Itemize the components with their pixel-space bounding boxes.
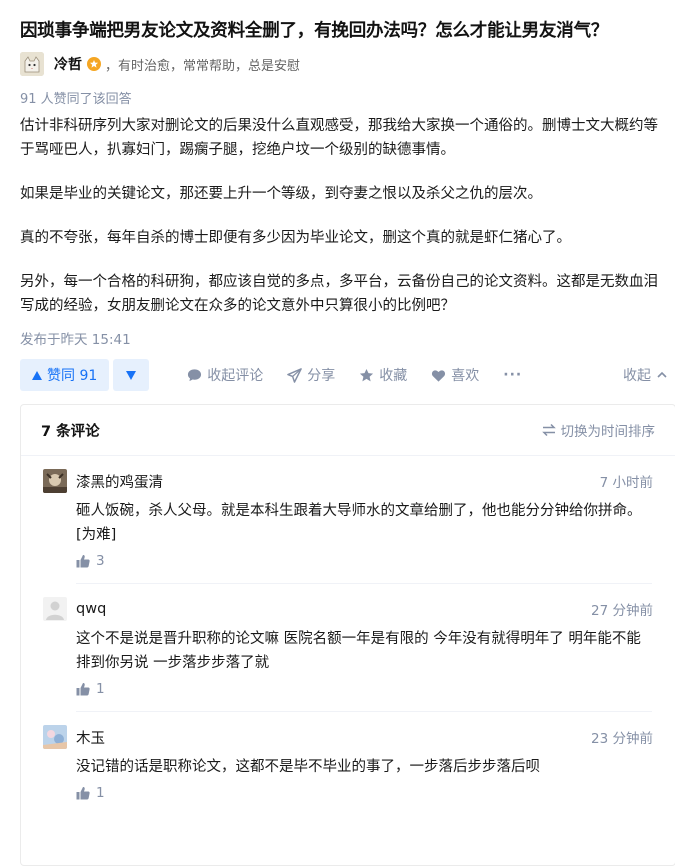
comment-like-button[interactable]: 3 — [76, 553, 653, 569]
share-label: 分享 — [307, 368, 336, 384]
share-button[interactable]: 分享 — [287, 365, 335, 385]
thumbs-up-icon — [76, 683, 90, 696]
author-name[interactable]: 冷哲 — [54, 54, 82, 74]
collapse-answer-button[interactable]: 收起 — [623, 365, 668, 385]
comment-time: 7 小时前 — [599, 475, 653, 491]
question-title[interactable]: 因琐事争端把男友论文及资料全删了，有挽回办法吗？怎么才能让男友消气？ — [20, 18, 660, 44]
comment-text: 没记错的话是职称论文，这都不是毕不毕业的事了，一步落后步步落后呗 — [76, 759, 540, 775]
downvote-button[interactable] — [113, 359, 150, 391]
comment-divider — [76, 711, 652, 712]
commenter-avatar[interactable] — [43, 725, 67, 749]
comment-like-button[interactable]: 1 — [76, 785, 653, 801]
commenter-avatar[interactable] — [43, 597, 67, 621]
excellent-badge-icon — [87, 57, 101, 71]
comment-text: 这个不是说是晋升职称的论文嘛 医院名额一年是有限的 今年没有就得明年了 明年能不… — [76, 631, 641, 671]
answer-paragraph: 估计非科研序列大家对删论文的后果没什么直观感受，那我给大家换一个通俗的。删博士文… — [20, 118, 658, 158]
commenter-name[interactable]: qwq — [76, 601, 106, 617]
answer-paragraph: 另外，每一个合格的科研狗，都应该自觉的多点，多平台，云备份自己的论文资料。这都是… — [20, 274, 658, 314]
votes-summary: 91 人赞同了该回答 — [20, 92, 132, 107]
upvote-button[interactable]: 赞同 91 — [20, 359, 110, 391]
answer-paragraph: 如果是毕业的关键论文，那还要上升一个等级，到夺妻之恨以及杀父之仇的层次。 — [20, 186, 542, 202]
author-info: 冷哲 ，有时治愈，常常帮助，总是安慰 — [20, 52, 300, 76]
collapse-label: 收起 — [623, 368, 651, 384]
comment-time: 23 分钟前 — [591, 731, 653, 747]
more-icon: ··· — [503, 367, 523, 383]
answer-paragraph: 真的不夸张，每年自杀的博士即便有多少因为毕业论文，删这个真的就是虾仁猪心了。 — [20, 230, 571, 246]
collapse-comments-button[interactable]: 收起评论 — [187, 365, 263, 385]
sort-label: 切换为时间排序 — [560, 424, 656, 440]
comment-like-button[interactable]: 1 — [76, 681, 653, 697]
comment-like-count: 1 — [96, 681, 105, 697]
upvote-label: 赞同 91 — [47, 368, 98, 384]
comment-time: 27 分钟前 — [591, 603, 653, 619]
thumbs-up-icon — [76, 555, 90, 568]
favorite-label: 收藏 — [379, 368, 408, 384]
favorite-button[interactable]: 收藏 — [359, 365, 407, 385]
comment-item: 木玉 23 分钟前 没记错的话是职称论文，这都不是毕不毕业的事了，一步落后步步落… — [43, 725, 653, 801]
triangle-up-icon — [32, 370, 42, 380]
triangle-down-icon — [126, 370, 137, 380]
comments-header: 7 条评论 切换为时间排序 — [21, 405, 675, 456]
action-bar: 赞同 91 收起评论 分享 收藏 喜欢 ··· 收起 — [20, 358, 668, 392]
comment-item: 漆黑的鸡蛋清 7 小时前 砸人饭碗，杀人父母。就是本科生跟着大导师水的文章给删了… — [43, 469, 653, 569]
thumbs-up-icon — [76, 787, 90, 800]
swap-icon — [541, 423, 556, 437]
like-label: 喜欢 — [451, 368, 480, 384]
comment-divider — [76, 583, 652, 584]
commenter-name[interactable]: 漆黑的鸡蛋清 — [76, 471, 163, 492]
comments-count: 7 条评论 — [41, 423, 100, 440]
author-bio: ，有时治愈，常常帮助，总是安慰 — [105, 58, 301, 74]
heart-icon — [432, 369, 446, 382]
comment-like-count: 3 — [96, 553, 105, 569]
cat-avatar-icon[interactable] — [20, 52, 44, 76]
sort-toggle-button[interactable]: 切换为时间排序 — [541, 420, 656, 440]
published-time[interactable]: 发布于昨天 15:41 — [20, 328, 131, 348]
commenter-name[interactable]: 木玉 — [76, 727, 105, 748]
more-button[interactable]: ··· — [503, 367, 522, 383]
comment-text: 砸人饭碗，杀人父母。就是本科生跟着大导师水的文章给删了，他也能分分钟给你拼命。[… — [76, 503, 642, 543]
comments-panel: 7 条评论 切换为时间排序 漆黑的鸡蛋清 7 小时前 砸人饭碗，杀人父母。就是本… — [20, 404, 675, 866]
answer-content: 估计非科研序列大家对删论文的后果没什么直观感受，那我给大家换一个通俗的。删博士文… — [20, 114, 660, 338]
comment-icon — [188, 368, 202, 381]
comment-like-count: 1 — [96, 785, 105, 801]
like-button[interactable]: 喜欢 — [431, 365, 479, 385]
paper-plane-icon — [287, 367, 303, 383]
chevron-up-icon — [657, 371, 667, 378]
comment-item: qwq 27 分钟前 这个不是说是晋升职称的论文嘛 医院名额一年是有限的 今年没… — [43, 597, 653, 697]
commenter-avatar[interactable] — [43, 469, 67, 493]
star-icon — [360, 368, 374, 381]
collapse-comments-label: 收起评论 — [207, 368, 264, 384]
